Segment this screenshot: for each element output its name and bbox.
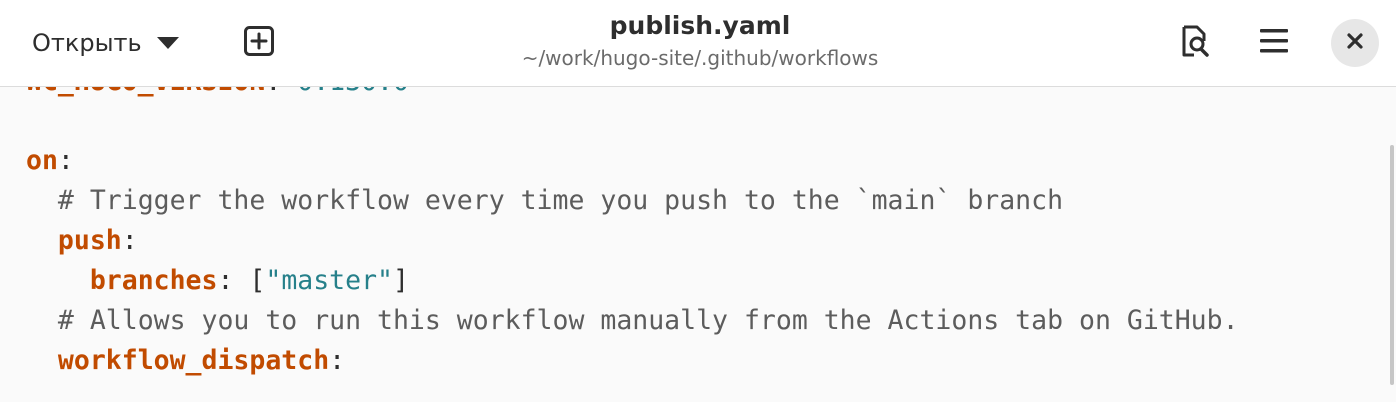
yaml-separator: :: [121, 225, 138, 256]
header-bar: Открыть publish.yaml ~/work/hugo-site/.g…: [0, 0, 1396, 87]
search-button[interactable]: [1172, 22, 1218, 64]
text-editor-window: WC_HUGO_VERSION: 0.130.0 on: # Trigger t…: [0, 0, 1396, 402]
yaml-comment: # Trigger the workflow every time you pu…: [57, 185, 1064, 216]
open-button[interactable]: Открыть: [18, 22, 192, 64]
vertical-scrollbar[interactable]: [1390, 145, 1394, 385]
yaml-comment: # Allows you to run this workflow manual…: [57, 305, 1239, 336]
document-path: ~/work/hugo-site/.github/workflows: [521, 46, 879, 70]
title-block: publish.yaml ~/work/hugo-site/.github/wo…: [450, 10, 950, 72]
document-title: publish.yaml: [609, 11, 791, 40]
code-line-comment: # Allows you to run this workflow manual…: [26, 301, 1239, 341]
yaml-separator: :: [217, 265, 250, 296]
yaml-separator: :: [57, 145, 74, 176]
close-window-button[interactable]: [1331, 19, 1379, 67]
code-line-dispatch: workflow_dispatch:: [26, 341, 345, 381]
chevron-down-icon: [156, 36, 180, 50]
new-tab-icon: [243, 25, 275, 61]
yaml-bracket: ]: [393, 265, 409, 296]
close-icon: [1346, 32, 1364, 54]
code-line-comment: # Trigger the workflow every time you pu…: [26, 181, 1063, 221]
hamburger-menu-icon: [1259, 28, 1289, 58]
new-tab-button[interactable]: [236, 22, 282, 64]
search-document-icon: [1180, 25, 1210, 61]
main-menu-button[interactable]: [1251, 22, 1297, 64]
yaml-key: push: [57, 225, 122, 256]
yaml-key: on: [26, 145, 58, 176]
code-line-push: push:: [26, 221, 138, 261]
code-line-on: on:: [26, 141, 74, 181]
yaml-bracket: [: [249, 265, 266, 296]
yaml-string: "master": [265, 265, 393, 296]
yaml-key: workflow_dispatch: [57, 345, 330, 376]
code-line-branches: branches: ["master"]: [26, 261, 409, 301]
yaml-key: branches: [89, 265, 218, 296]
yaml-separator: :: [329, 345, 346, 376]
open-button-label: Открыть: [32, 29, 142, 57]
